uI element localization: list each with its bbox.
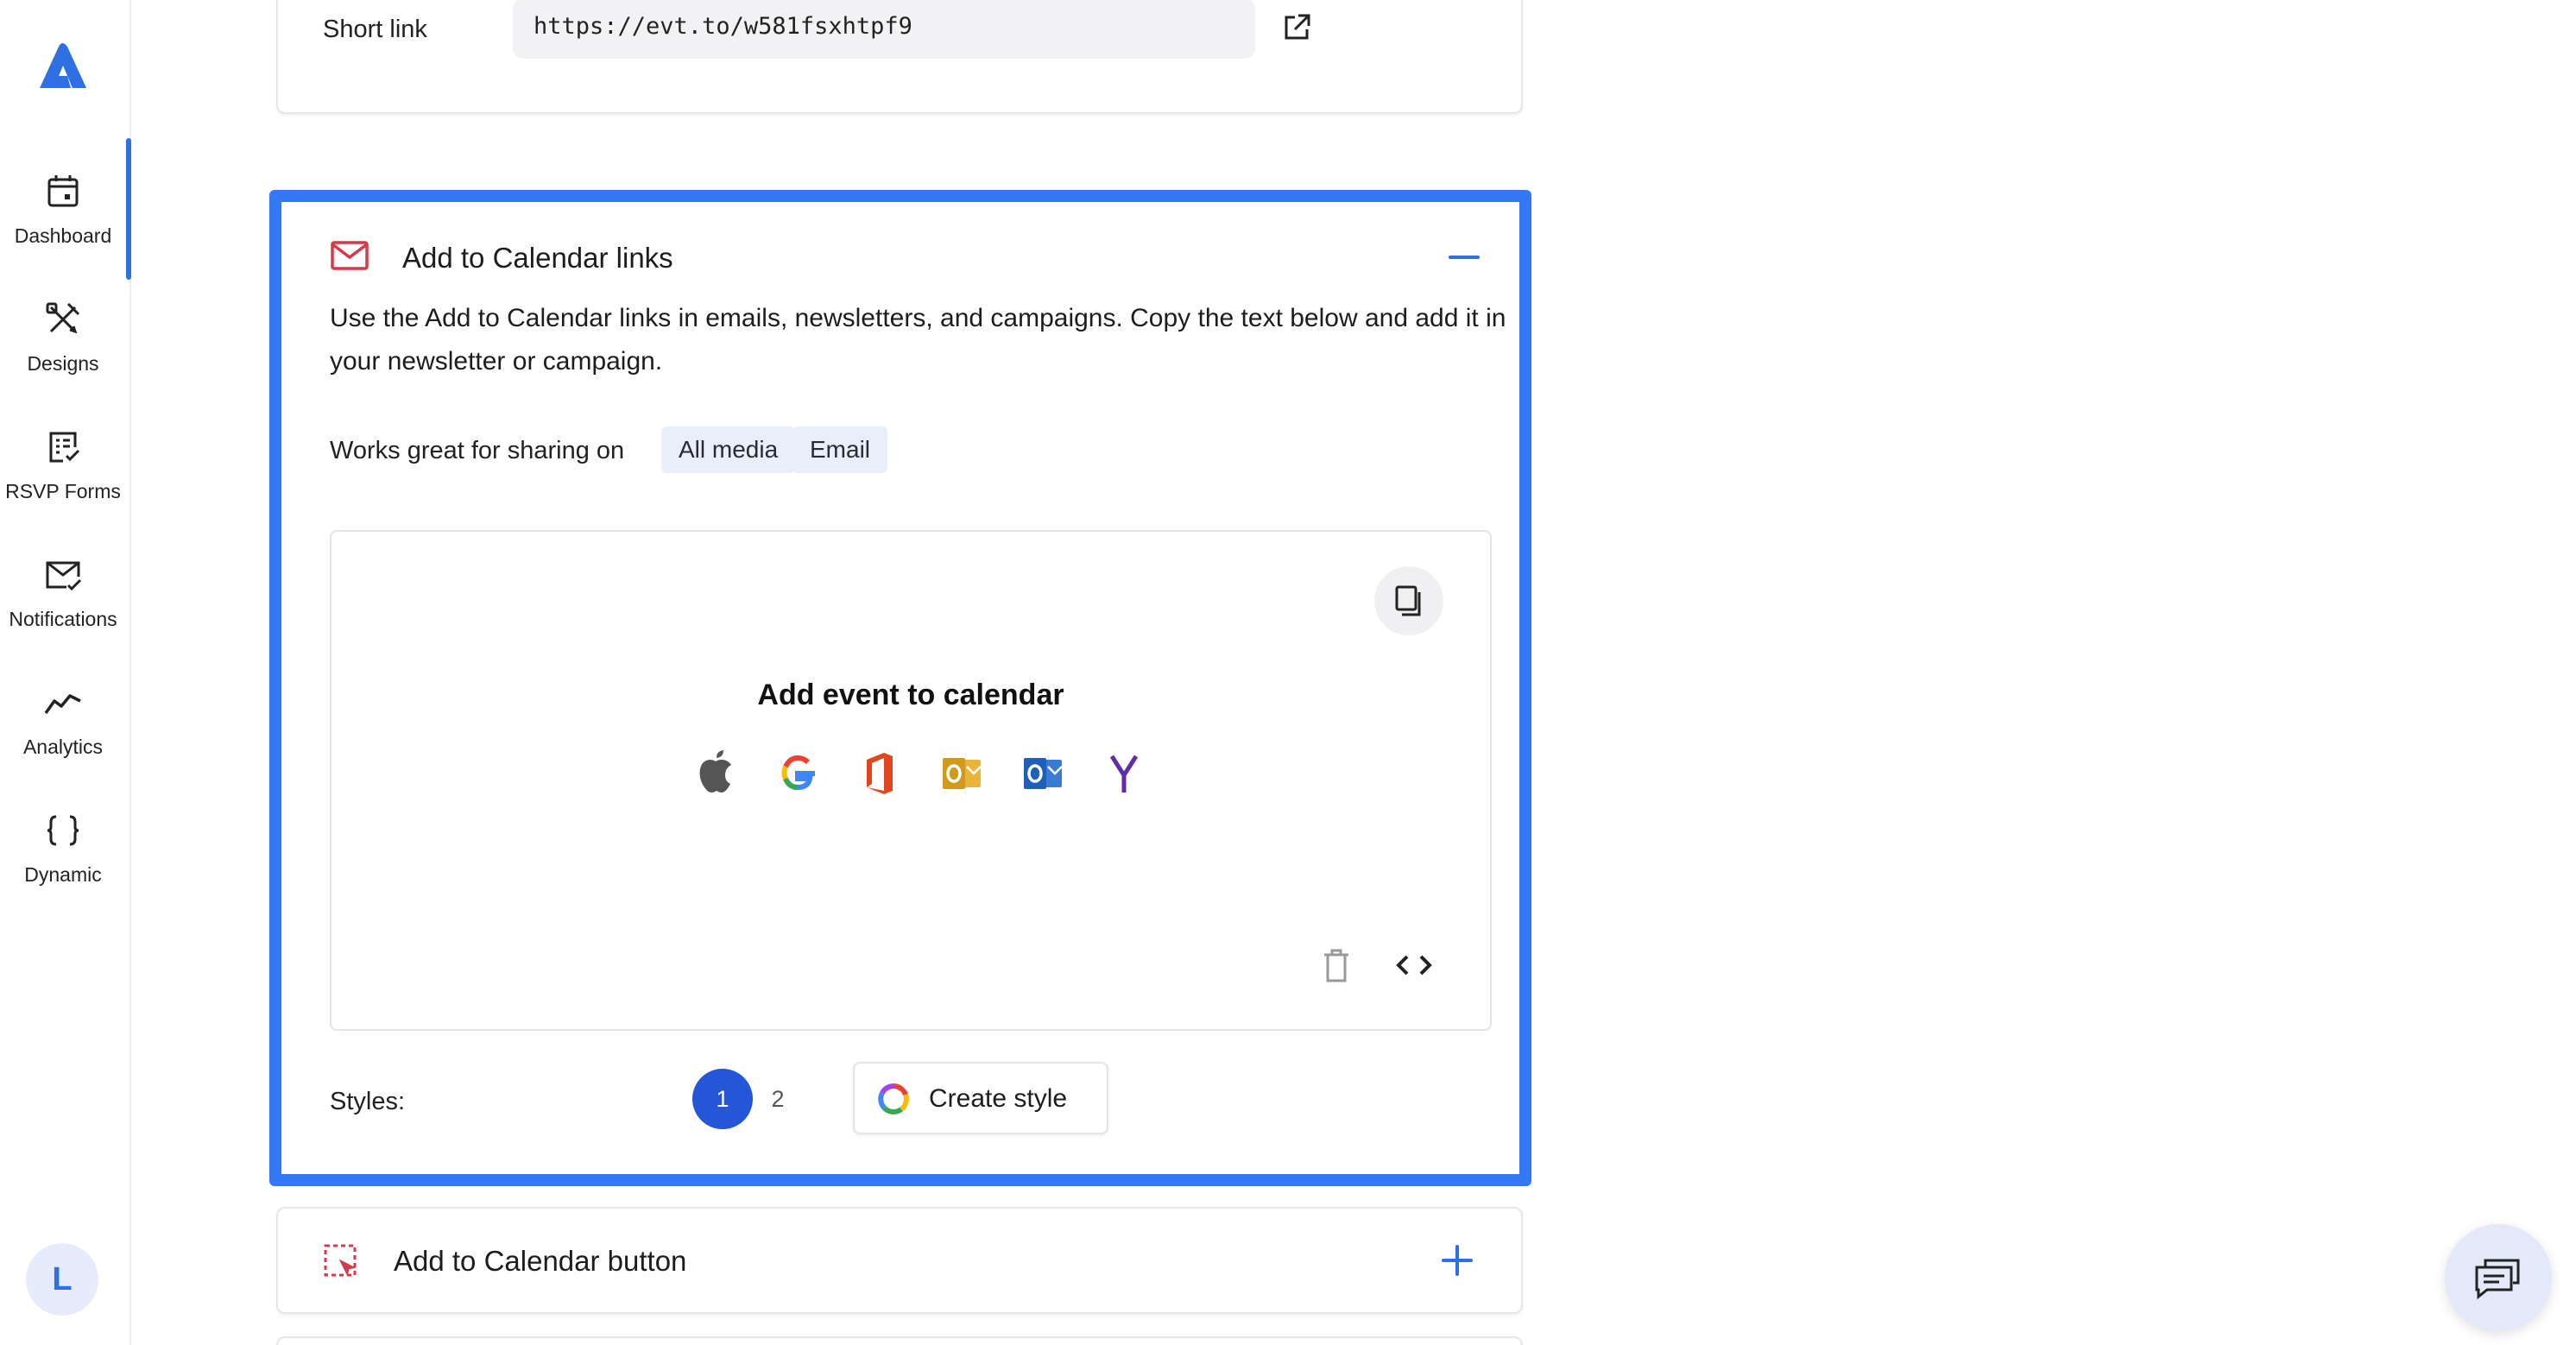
- color-wheel-icon: [878, 1083, 909, 1115]
- style-option-1[interactable]: 1: [692, 1069, 753, 1129]
- outlook-com-icon[interactable]: [938, 748, 986, 799]
- styles-label: Styles:: [330, 1088, 406, 1115]
- card-title: Add to Calendar links: [402, 242, 673, 274]
- next-card: [276, 1336, 1523, 1345]
- trash-icon[interactable]: [1319, 946, 1354, 984]
- sidebar-item-designs[interactable]: Designs: [0, 266, 126, 387]
- preview-title: Add event to calendar: [757, 679, 1064, 711]
- designs-icon: [46, 302, 80, 334]
- sidebar-item-label: Designs: [27, 352, 99, 375]
- rsvp-form-icon: [49, 432, 80, 463]
- sidebar-item-analytics[interactable]: Analytics: [0, 649, 126, 770]
- short-link-label: Short link: [323, 16, 427, 43]
- create-style-label: Create style: [929, 1084, 1068, 1113]
- card-description: Use the Add to Calendar links in emails,…: [330, 304, 1506, 376]
- sidebar-item-rsvp-forms[interactable]: RSVP Forms: [0, 394, 126, 515]
- sidebar-item-label: Dynamic: [24, 863, 102, 886]
- sidebar-item-dashboard[interactable]: Dashboard: [0, 138, 126, 259]
- analytics-icon: [44, 694, 81, 715]
- mail-icon: [331, 241, 369, 270]
- sidebar-item-dynamic[interactable]: Dynamic: [0, 777, 126, 898]
- external-link-icon[interactable]: [1281, 12, 1312, 43]
- sidebar-item-label: RSVP Forms: [5, 480, 121, 502]
- short-link-field[interactable]: https://evt.to/w581fsxhtpf9: [513, 0, 1255, 59]
- works-great-label: Works great for sharing on: [330, 437, 625, 464]
- copy-icon: [1395, 585, 1421, 616]
- calendar-button-card[interactable]: Add to Calendar button: [276, 1207, 1523, 1314]
- sidebar-item-label: Analytics: [22, 736, 104, 758]
- calendar-provider-row: [692, 748, 1141, 799]
- style-option-2[interactable]: 2: [748, 1069, 808, 1129]
- calendar-icon: [47, 175, 79, 207]
- create-style-button[interactable]: Create style: [853, 1062, 1108, 1134]
- cursor-select-icon: [324, 1244, 357, 1277]
- calendar-links-preview: Add event to calendar: [330, 530, 1492, 1031]
- avatar[interactable]: L: [26, 1243, 98, 1316]
- apple-icon[interactable]: [692, 748, 741, 799]
- short-link-card: Short link https://evt.to/w581fsxhtpf9: [276, 0, 1523, 114]
- card-title: Add to Calendar button: [394, 1245, 687, 1277]
- collapse-button[interactable]: [1445, 238, 1483, 276]
- calendar-links-card: Add to Calendar links Use the Add to Cal…: [269, 190, 1531, 1186]
- app-logo-icon[interactable]: [33, 35, 93, 95]
- yahoo-icon[interactable]: [1100, 748, 1148, 799]
- chat-icon: [2475, 1259, 2520, 1300]
- code-icon[interactable]: [1395, 950, 1433, 981]
- outlook-icon[interactable]: [1019, 748, 1067, 799]
- expand-button[interactable]: [1440, 1243, 1474, 1278]
- google-icon[interactable]: [773, 748, 822, 799]
- copy-button[interactable]: [1374, 566, 1443, 635]
- sidebar-item-notifications[interactable]: Notifications: [0, 521, 126, 642]
- office365-icon[interactable]: [855, 748, 903, 799]
- sidebar-item-label: Dashboard: [14, 224, 112, 247]
- chat-button[interactable]: [2445, 1224, 2552, 1331]
- mail-check-icon: [46, 561, 82, 591]
- sidebar-item-label: Notifications: [9, 608, 117, 630]
- sidebar: Dashboard Designs RSVP Forms Notificatio…: [0, 0, 131, 1345]
- braces-icon: [47, 815, 79, 846]
- tag-all-media[interactable]: All media: [661, 426, 796, 473]
- nav-active-indicator: [126, 138, 131, 280]
- tag-email[interactable]: Email: [792, 426, 888, 473]
